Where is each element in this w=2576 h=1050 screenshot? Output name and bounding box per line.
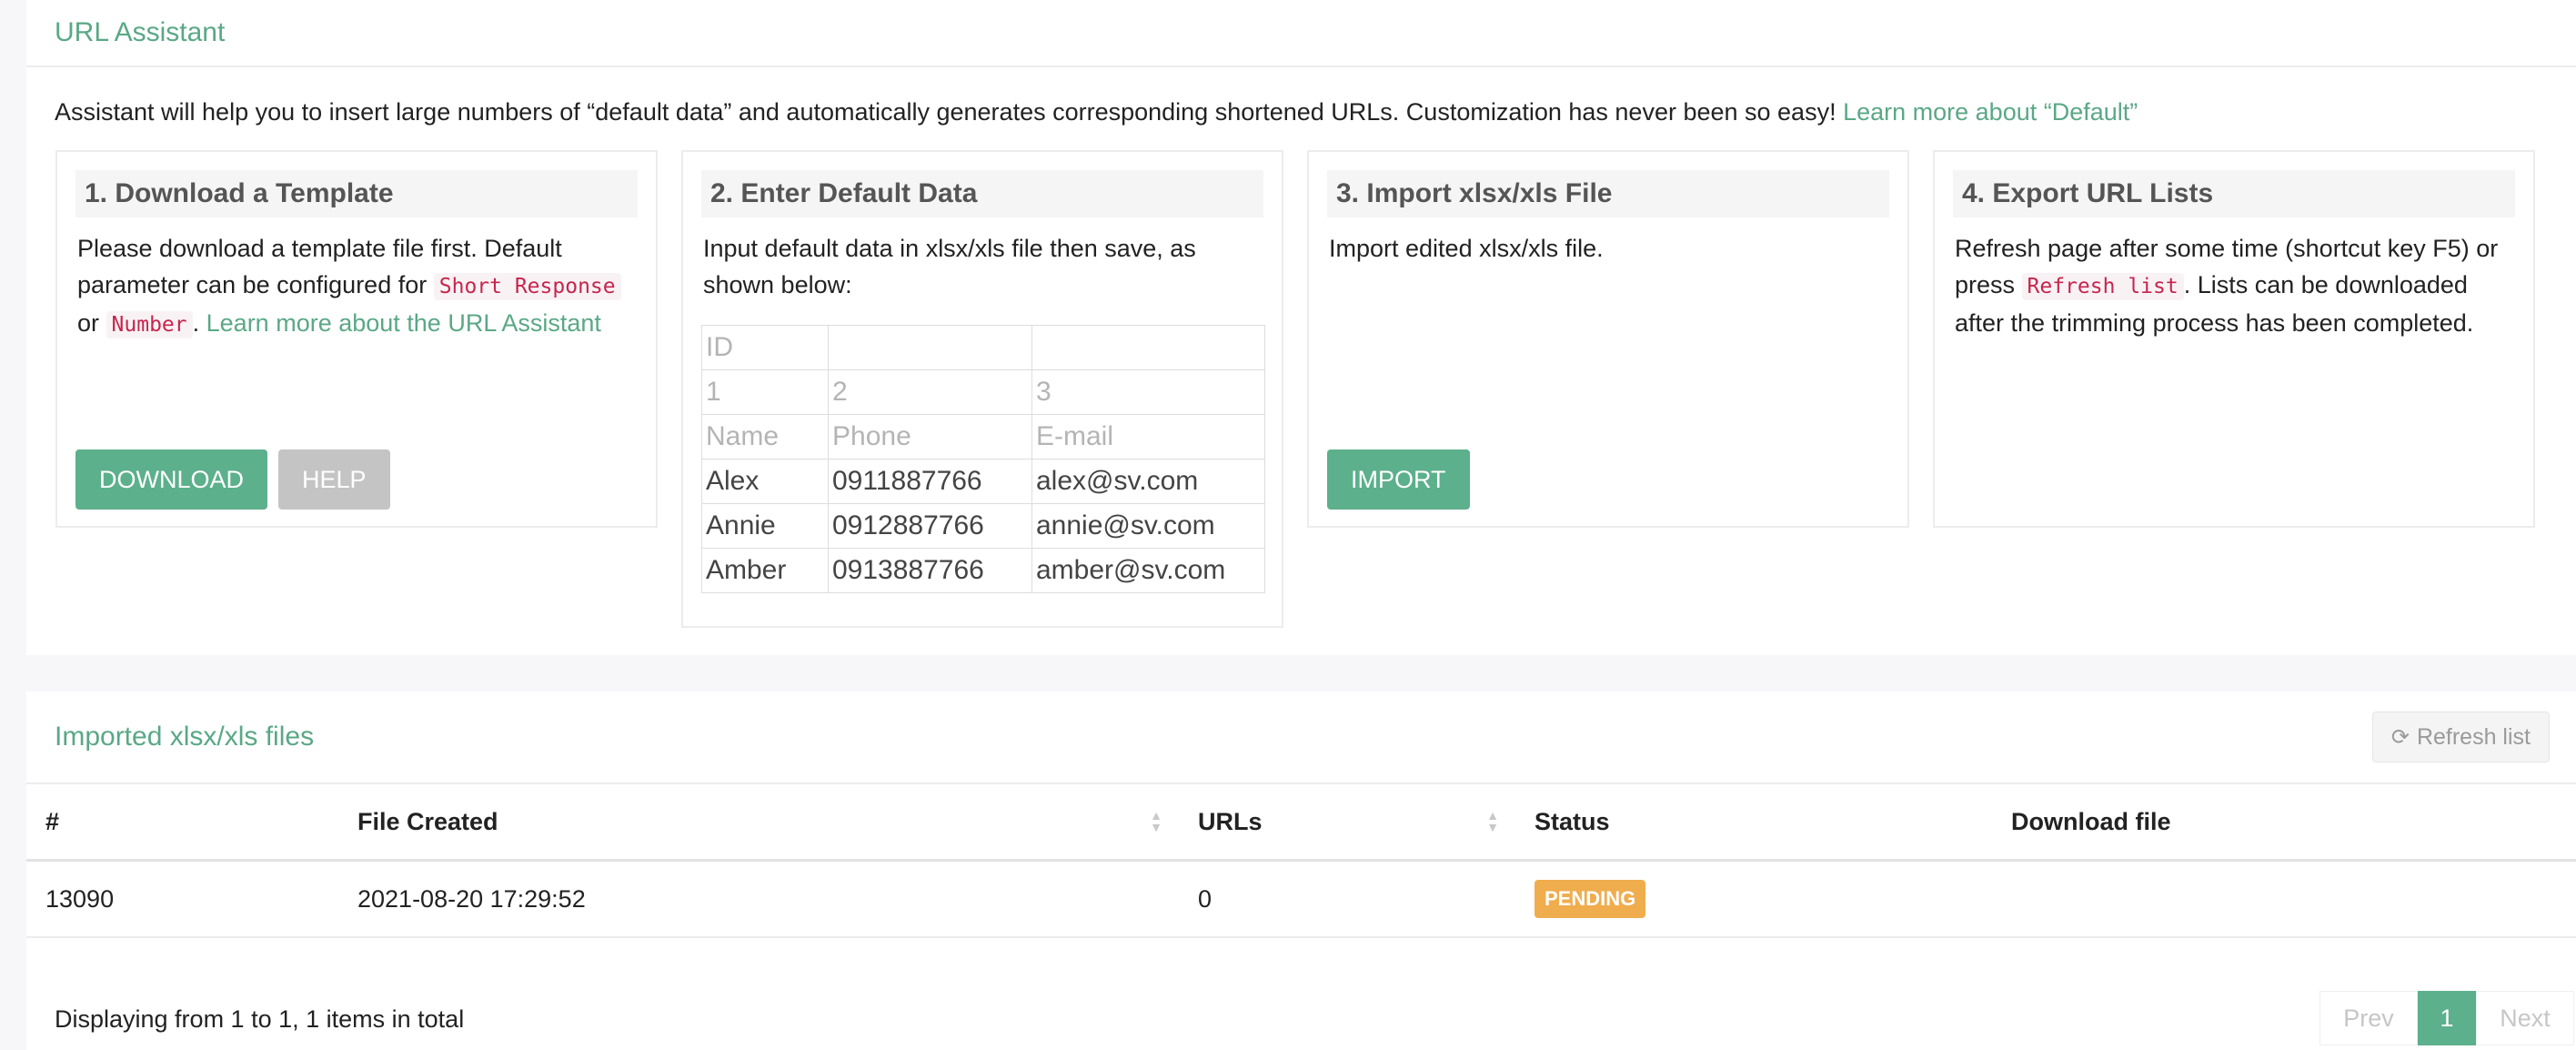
code-short-response: Short Response: [433, 273, 621, 300]
panel-title: URL Assistant: [55, 17, 226, 47]
code-number: Number: [106, 311, 193, 338]
sample-cell: Phone: [828, 414, 1032, 459]
step-description: Please download a template file first. D…: [77, 230, 636, 343]
column-header-label: URLs: [1198, 807, 1263, 835]
column-header-id: #: [26, 784, 338, 862]
column-header-label: File Created: [357, 807, 498, 835]
sample-cell: 0912887766: [828, 503, 1032, 549]
sample-cell: ID: [701, 325, 829, 370]
refresh-list-label: Refresh list: [2416, 723, 2531, 750]
step-export-url-lists: 4. Export URL Lists Refresh page after s…: [1933, 150, 2535, 528]
step-title: 2. Enter Default Data: [701, 170, 1263, 217]
sample-row: ID: [701, 325, 1265, 370]
column-header-urls[interactable]: URLs ▲ ▼: [1179, 784, 1515, 862]
panel-header: URL Assistant: [26, 0, 2576, 67]
table-header-row: # File Created ▲ ▼ URLs ▲ ▼ Status Downloa…: [26, 784, 2576, 862]
column-header-status: Status: [1515, 784, 1992, 862]
sort-icon: ▲ ▼: [1486, 808, 1499, 834]
next-page-button[interactable]: Next: [2476, 991, 2574, 1045]
step-title: 4. Export URL Lists: [1953, 170, 2515, 217]
sample-cell: alex@sv.com: [1031, 459, 1265, 504]
sample-cell: [1031, 325, 1265, 370]
refresh-icon: ⟳: [2390, 724, 2410, 750]
sample-cell: Annie: [701, 503, 829, 549]
help-button[interactable]: HELP: [278, 449, 390, 510]
current-page-button[interactable]: 1: [2418, 991, 2476, 1045]
sample-cell: amber@sv.com: [1031, 548, 1265, 593]
column-header-file-created[interactable]: File Created ▲ ▼: [338, 784, 1179, 862]
step-description: Import edited xlsx/xls file.: [1329, 235, 1604, 262]
sample-cell: E-mail: [1031, 414, 1265, 459]
sample-cell: Alex: [701, 459, 829, 504]
learn-more-assistant-link[interactable]: Learn more about the URL Assistant: [206, 309, 601, 337]
refresh-list-button[interactable]: ⟳ Refresh list: [2371, 712, 2550, 762]
sample-row: Name Phone E-mail: [701, 414, 1265, 459]
pagination-summary: Displaying from 1 to 1, 1 items in total: [55, 1005, 465, 1033]
sample-row: Annie 0912887766 annie@sv.com: [701, 503, 1265, 549]
status-badge: PENDING: [1535, 880, 1646, 918]
sample-row: Alex 0911887766 alex@sv.com: [701, 459, 1265, 504]
table-row: 13090 2021-08-20 17:29:52 0 PENDING: [26, 860, 2576, 938]
column-header-download-file: Download file: [1992, 784, 2576, 862]
prev-page-button[interactable]: Prev: [2319, 991, 2418, 1045]
url-assistant-panel: URL Assistant Assistant will help you to…: [26, 0, 2576, 655]
step-description: Refresh page after some time (shortcut k…: [1955, 230, 2513, 341]
sample-data-table: ID 1 2 3 Name Phone E-mail Alex 09118877…: [701, 325, 1265, 593]
or-text: or: [77, 309, 100, 337]
intro-description: Assistant will help you to insert large …: [55, 98, 1836, 126]
cell-id: 13090: [26, 860, 338, 938]
sample-row: 1 2 3: [701, 369, 1265, 415]
import-button[interactable]: IMPORT: [1327, 449, 1470, 510]
intro-text: Assistant will help you to insert large …: [55, 98, 2138, 126]
step-enter-default-data: 2. Enter Default Data Input default data…: [681, 150, 1283, 628]
sample-cell: 3: [1031, 369, 1265, 415]
step-title: 1. Download a Template: [75, 170, 638, 217]
step-title: 3. Import xlsx/xls File: [1327, 170, 1889, 217]
learn-more-default-link[interactable]: Learn more about “Default”: [1843, 98, 2138, 126]
panel-header: Imported xlsx/xls files: [26, 692, 2576, 784]
cell-download-file: [1992, 860, 2576, 938]
step-description: Input default data in xlsx/xls file then…: [703, 235, 1196, 298]
cell-urls: 0: [1179, 860, 1515, 938]
step-import-file: 3. Import xlsx/xls File Import edited xl…: [1307, 150, 1909, 528]
sample-cell: 1: [701, 369, 829, 415]
cell-file-created: 2021-08-20 17:29:52: [338, 860, 1179, 938]
step-download-template: 1. Download a Template Please download a…: [55, 150, 658, 528]
sample-cell: annie@sv.com: [1031, 503, 1265, 549]
sample-cell: 2: [828, 369, 1032, 415]
pagination: Prev 1 Next: [2319, 991, 2574, 1045]
panel-title: Imported xlsx/xls files: [55, 722, 315, 752]
imported-files-panel: Imported xlsx/xls files ⟳ Refresh list #…: [26, 692, 2576, 1050]
sample-cell: Amber: [701, 548, 829, 593]
sample-cell: 0911887766: [828, 459, 1032, 504]
sample-row: Amber 0913887766 amber@sv.com: [701, 548, 1265, 593]
sample-cell: [828, 325, 1032, 370]
imported-files-table: # File Created ▲ ▼ URLs ▲ ▼ Status Downloa…: [26, 784, 2576, 938]
download-button[interactable]: DOWNLOAD: [75, 449, 268, 510]
code-refresh-list: Refresh list: [2021, 273, 2184, 300]
sample-cell: Name: [701, 414, 829, 459]
sample-cell: 0913887766: [828, 548, 1032, 593]
sort-icon: ▲ ▼: [1150, 808, 1162, 834]
cell-status: PENDING: [1515, 860, 1992, 938]
